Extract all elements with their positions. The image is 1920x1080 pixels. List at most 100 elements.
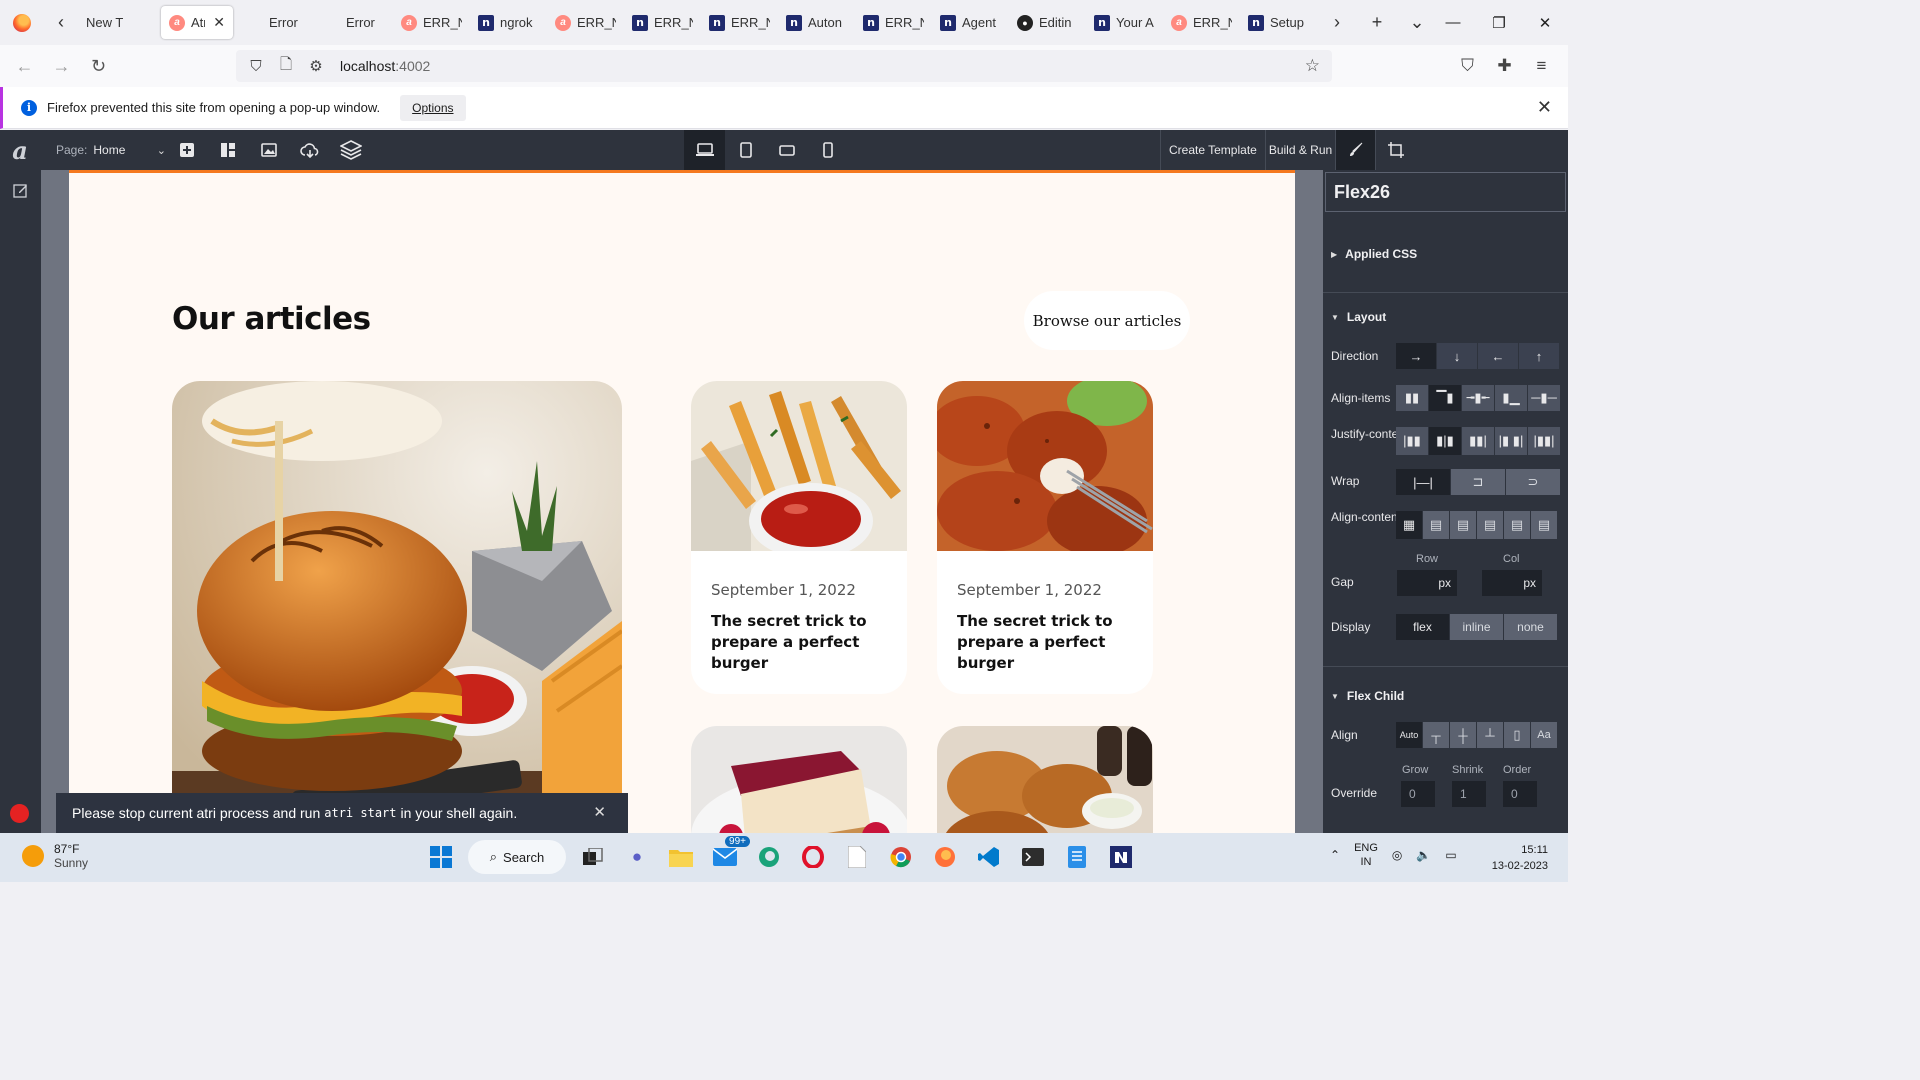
align-content-around-icon[interactable]: ▤ — [1531, 511, 1558, 539]
align-self-baseline-icon[interactable]: Aa — [1531, 722, 1558, 748]
display-flex-button[interactable]: flex — [1396, 614, 1450, 640]
templates-icon[interactable] — [207, 130, 248, 170]
mail-icon[interactable]: 99+ — [708, 836, 750, 874]
notepad-icon[interactable] — [840, 840, 874, 874]
section-title[interactable]: Our articles — [172, 301, 371, 337]
create-template-button[interactable]: Create Template — [1161, 130, 1265, 170]
style-brush-icon[interactable] — [1335, 130, 1376, 170]
new-tab-icon[interactable]: + — [1357, 0, 1397, 45]
tab-scroll-left-icon[interactable]: ‹ — [44, 0, 78, 45]
align-start-icon[interactable]: ▔▮ — [1429, 385, 1462, 411]
tab[interactable]: n ngrok — [470, 6, 547, 39]
n-app-icon[interactable] — [1104, 840, 1138, 874]
shield-icon[interactable]: ⛉ — [246, 58, 266, 75]
align-content-between-icon[interactable]: ▤ — [1504, 511, 1531, 539]
tab[interactable]: n ERR_N — [701, 6, 778, 39]
tab[interactable]: n ERR_N — [855, 6, 932, 39]
page-canvas[interactable]: Our articles Browse our articles Septemb… — [69, 170, 1295, 833]
language-indicator[interactable]: ENG IN — [1354, 841, 1378, 869]
notification-close-icon[interactable]: ✕ — [1537, 97, 1552, 118]
add-component-icon[interactable] — [166, 130, 207, 170]
tab[interactable]: ● Editin — [1009, 6, 1086, 39]
url-text[interactable]: localhost:4002 — [340, 58, 430, 74]
tab-active[interactable]: a Atri ✕ — [161, 6, 233, 39]
pocket-icon[interactable]: ⛉ — [1449, 50, 1486, 82]
menu-icon[interactable]: ≡ — [1523, 50, 1560, 82]
hero-burger-image[interactable] — [172, 381, 622, 833]
align-content-stretch-icon[interactable]: ▦ — [1396, 511, 1423, 539]
direction-row-icon[interactable]: → — [1396, 343, 1437, 369]
flex-child-header[interactable]: ▼ Flex Child — [1331, 689, 1404, 703]
permissions-icon[interactable]: ⚙ — [306, 57, 326, 75]
direction-column-reverse-icon[interactable]: ↑ — [1519, 343, 1560, 369]
assets-image-icon[interactable] — [248, 130, 289, 170]
align-content-center-icon[interactable]: ▤ — [1450, 511, 1477, 539]
nowrap-icon[interactable]: |—| — [1396, 469, 1451, 495]
align-self-end-icon[interactable]: ┴ — [1477, 722, 1504, 748]
layout-header[interactable]: ▼ Layout — [1331, 310, 1386, 324]
mobile-portrait-view-icon[interactable] — [807, 130, 848, 170]
tab[interactable]: New T — [78, 6, 155, 39]
article-card[interactable] — [691, 726, 907, 833]
tab[interactable]: Error — [316, 6, 393, 39]
justify-end-icon[interactable]: ▮▮| — [1462, 427, 1495, 455]
edge-icon[interactable] — [752, 840, 786, 874]
record-status-icon[interactable] — [10, 804, 29, 823]
justify-start-icon[interactable]: |▮▮ — [1396, 427, 1429, 455]
tab[interactable]: n Your A — [1086, 6, 1163, 39]
browse-articles-button[interactable]: Browse our articles — [1024, 291, 1190, 350]
reload-icon[interactable]: ↻ — [80, 50, 117, 82]
align-self-start-icon[interactable]: ┬ — [1423, 722, 1450, 748]
volume-icon[interactable]: 🔈 — [1416, 848, 1431, 862]
cloud-sync-icon[interactable] — [289, 130, 330, 170]
tab[interactable]: n ERR_N — [624, 6, 701, 39]
edit-icon[interactable] — [0, 170, 41, 210]
direction-column-icon[interactable]: ↓ — [1437, 343, 1478, 369]
gap-row-input[interactable]: px — [1397, 570, 1457, 596]
resize-frame-icon[interactable] — [1375, 130, 1415, 170]
tab-close-icon[interactable]: ✕ — [213, 14, 225, 31]
article-card[interactable] — [937, 726, 1153, 833]
tab-scroll-right-icon[interactable]: › — [1317, 0, 1357, 45]
tab[interactable]: Error — [239, 6, 316, 39]
build-run-button[interactable]: Build & Run — [1264, 130, 1335, 170]
network-icon[interactable]: ◎ — [1392, 848, 1402, 862]
layers-icon[interactable] — [330, 130, 371, 170]
direction-row-reverse-icon[interactable]: ← — [1478, 343, 1519, 369]
grow-input[interactable]: 0 — [1401, 781, 1435, 807]
align-self-center-icon[interactable]: ┼ — [1450, 722, 1477, 748]
align-baseline-icon[interactable]: ─▮─ — [1528, 385, 1561, 411]
tray-chevron-up-icon[interactable]: ⌃ — [1330, 848, 1340, 862]
desktop-view-icon[interactable] — [684, 130, 725, 170]
align-self-stretch-icon[interactable]: ▯ — [1504, 722, 1531, 748]
mobile-landscape-view-icon[interactable] — [766, 130, 807, 170]
tab[interactable]: n Auton — [778, 6, 855, 39]
battery-icon[interactable]: ▭ — [1445, 848, 1456, 862]
align-center-icon[interactable]: ╼▮╾ — [1462, 385, 1495, 411]
tab[interactable]: a ERR_N — [547, 6, 624, 39]
toast-close-icon[interactable]: ✕ — [593, 803, 606, 821]
minimize-icon[interactable]: — — [1430, 0, 1476, 45]
align-end-icon[interactable]: ▮▁ — [1495, 385, 1528, 411]
tab[interactable]: n Setup — [1240, 6, 1317, 39]
order-input[interactable]: 0 — [1503, 781, 1537, 807]
close-window-icon[interactable]: ✕ — [1522, 0, 1568, 45]
back-icon[interactable]: ← — [6, 50, 43, 82]
article-card[interactable]: September 1, 2022 The secret trick to pr… — [937, 381, 1153, 694]
task-view-icon[interactable] — [576, 840, 610, 874]
windows-start-icon[interactable] — [424, 840, 458, 874]
align-content-end-icon[interactable]: ▤ — [1477, 511, 1504, 539]
bookmark-star-icon[interactable]: ☆ — [1305, 56, 1320, 76]
justify-center-icon[interactable]: ▮|▮ — [1429, 427, 1462, 455]
wrap-reverse-icon[interactable]: ⊃ — [1506, 469, 1561, 495]
opera-icon[interactable] — [796, 840, 830, 874]
tab[interactable]: n Agent — [932, 6, 1009, 39]
applied-css-header[interactable]: ▶ Applied CSS — [1331, 247, 1417, 261]
align-self-auto-button[interactable]: Auto — [1396, 722, 1423, 748]
address-bar[interactable]: ⛉ 🗋 ⚙ localhost:4002 ☆ — [236, 50, 1332, 82]
align-stretch-icon[interactable]: ▮▮ — [1396, 385, 1429, 411]
restore-icon[interactable]: ❐ — [1476, 0, 1522, 45]
taskbar-search[interactable]: ⌕ Search — [468, 840, 566, 874]
justify-between-icon[interactable]: |▮ ▮| — [1495, 427, 1528, 455]
page-select[interactable]: Page: Home ⌄ — [56, 143, 166, 157]
